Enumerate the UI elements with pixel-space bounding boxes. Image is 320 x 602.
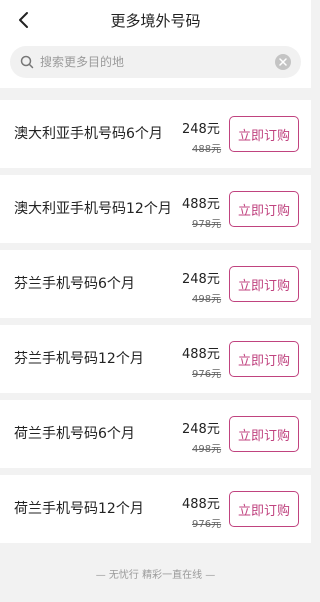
original-price: 488元 <box>192 144 222 155</box>
search-input[interactable] <box>40 55 275 69</box>
buy-now-button[interactable]: 立即订购 <box>229 341 299 377</box>
search-bar <box>0 40 311 88</box>
original-price: 498元 <box>192 444 222 455</box>
buy-now-button[interactable]: 立即订购 <box>229 266 299 302</box>
search-box[interactable] <box>10 46 301 78</box>
product-name: 澳大利亚手机号码6个月 <box>14 126 163 142</box>
clear-search-button[interactable] <box>275 54 291 70</box>
product-item: 芬兰手机号码6个月 248元 498元 立即订购 <box>0 250 311 318</box>
footer-slogan: — 无忧行 精彩一直在线 — <box>95 570 216 581</box>
product-item: 荷兰手机号码12个月 488元 976元 立即订购 <box>0 475 311 543</box>
product-price: 488元 <box>182 497 220 512</box>
buy-now-button[interactable]: 立即订购 <box>229 416 299 452</box>
product-name: 荷兰手机号码6个月 <box>14 426 135 442</box>
original-price: 498元 <box>192 294 222 305</box>
page-title: 更多境外号码 <box>110 11 201 30</box>
chevron-left-icon <box>19 12 28 28</box>
product-item: 澳大利亚手机号码6个月 248元 488元 立即订购 <box>0 100 311 168</box>
search-icon <box>20 55 34 69</box>
product-item: 荷兰手机号码6个月 248元 498元 立即订购 <box>0 400 311 468</box>
product-price: 248元 <box>182 272 220 287</box>
original-price: 976元 <box>192 519 222 530</box>
product-item: 芬兰手机号码12个月 488元 976元 立即订购 <box>0 325 311 393</box>
close-icon <box>279 58 287 66</box>
back-button[interactable] <box>12 8 36 32</box>
product-price: 488元 <box>182 197 220 212</box>
product-price: 488元 <box>182 347 220 362</box>
buy-now-button[interactable]: 立即订购 <box>229 116 299 152</box>
original-price: 976元 <box>192 369 222 380</box>
buy-now-button[interactable]: 立即订购 <box>229 491 299 527</box>
top-bar: 更多境外号码 <box>0 0 311 40</box>
product-name: 芬兰手机号码12个月 <box>14 351 144 367</box>
product-name: 芬兰手机号码6个月 <box>14 276 135 292</box>
product-item: 澳大利亚手机号码12个月 488元 978元 立即订购 <box>0 175 311 243</box>
product-price: 248元 <box>182 122 220 137</box>
original-price: 978元 <box>192 219 222 230</box>
buy-now-button[interactable]: 立即订购 <box>229 191 299 227</box>
product-name: 澳大利亚手机号码12个月 <box>14 201 172 217</box>
product-price: 248元 <box>182 422 220 437</box>
product-name: 荷兰手机号码12个月 <box>14 501 144 517</box>
